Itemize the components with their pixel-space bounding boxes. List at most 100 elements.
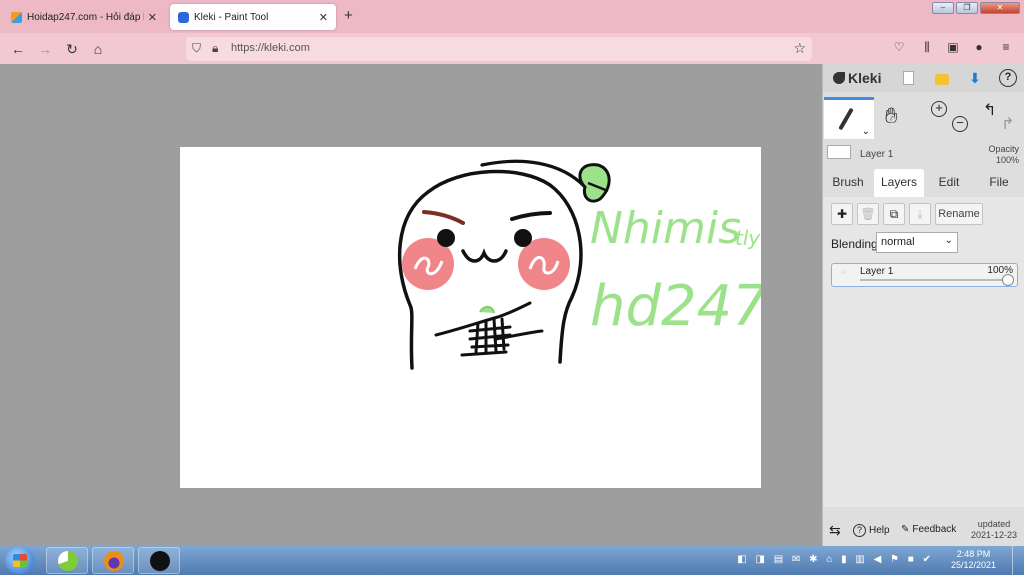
layer-item-thumbnail: ⁘ [840, 268, 847, 277]
open-image-icon[interactable] [933, 69, 951, 87]
coccoc-icon [58, 551, 78, 571]
back-icon[interactable]: ← [8, 39, 28, 59]
lock-icon[interactable]: 🔒︎ [212, 41, 218, 56]
feedback-link[interactable]: ✎ Feedback [901, 524, 956, 535]
taskbar-app-coccoc[interactable] [46, 547, 88, 574]
updated-info: updated 2021-12-23 [971, 519, 1017, 541]
hand-sprout [479, 305, 495, 314]
opacity-label: Opacity [988, 144, 1019, 154]
canvas-workspace[interactable]: Nhimis tly hd247 [0, 64, 822, 546]
swap-side-icon[interactable]: ⇆ [829, 522, 841, 539]
tab-file[interactable]: File [974, 169, 1024, 197]
sprout-leaf [578, 163, 611, 203]
help-link[interactable]: ? Help [853, 524, 890, 537]
help-label: Help [869, 525, 890, 536]
blending-value: normal [881, 236, 915, 248]
right-eye [514, 229, 532, 247]
panel-tabs: Brush Layers Edit File [823, 169, 1024, 197]
clock-date: 25/12/2021 [950, 560, 996, 570]
drawing-svg: Nhimis tly hd247 [397, 159, 768, 370]
download-icon[interactable]: ⬇ [966, 69, 984, 87]
updated-date: 2021-12-23 [971, 530, 1018, 540]
bookmark-star-icon[interactable]: ☆ [793, 40, 806, 57]
minimize-button[interactable]: – [932, 2, 954, 14]
tab-title: Kleki - Paint Tool [194, 11, 269, 23]
right-eyebrow [510, 211, 552, 221]
tab-brush[interactable]: Brush [823, 169, 873, 197]
tab-kleki[interactable]: Kleki - Paint Tool ✕ [170, 4, 336, 30]
start-button[interactable] [5, 547, 35, 574]
url-text[interactable]: https://kleki.com [231, 42, 310, 54]
new-tab-icon[interactable]: + [344, 7, 353, 24]
drawing-canvas[interactable]: Nhimis tly hd247 [180, 147, 768, 488]
close-window-button[interactable]: ✕ [980, 2, 1020, 14]
redo-icon[interactable]: ↱ [1001, 114, 1014, 134]
taskbar-app-firefox[interactable] [92, 547, 134, 574]
sidebar-icon[interactable]: ▣ [944, 40, 962, 54]
tiktok-icon [150, 551, 170, 571]
updated-label: updated [977, 519, 1011, 529]
taskbar: ◧ ◨ ▤ ✉ ✱ ⌂ ▮ ▥ ◀ ⚑ ■ ✔ 2:48 PM 25/12/20… [0, 546, 1024, 575]
forward-icon[interactable]: → [35, 39, 55, 59]
opacity-readout: Opacity 100% [988, 144, 1019, 166]
sprout-stem [480, 159, 587, 189]
left-eye [437, 229, 455, 247]
pocket-icon[interactable]: ♡ [890, 40, 908, 54]
url-bar[interactable]: ⛉ 🔒︎ https://kleki.com ☆ [186, 37, 812, 61]
layer-opacity-slider[interactable] [860, 279, 1008, 281]
brush-tool-button[interactable]: ⌄ [824, 97, 874, 139]
kleki-logo-icon [833, 72, 845, 84]
layer-item-name: Layer 1 [860, 266, 894, 277]
window-controls: – ❐ ✕ [932, 2, 1020, 14]
shield-icon[interactable]: ⛉ [192, 41, 201, 56]
kleki-panel: Kleki ⬇ ? ⌄ ✋︎ + − ↰ ↱ Layer 1 Opacity 1… [822, 64, 1024, 546]
kleki-favicon-icon [178, 11, 189, 23]
library-icon[interactable]: ⫼ [918, 40, 936, 55]
tab-title: Hoidap247.com - Hỏi đáp bài tậ [27, 11, 144, 23]
layer-list-item[interactable]: ⁘ Layer 1 100% [831, 263, 1018, 287]
current-layer-name: Layer 1 [860, 149, 894, 160]
layer-thumbnail [827, 145, 851, 159]
chevron-down-icon: ⌄ [944, 235, 953, 246]
taskbar-clock[interactable]: 2:48 PM 25/12/2021 [951, 549, 996, 571]
zoom-in-icon[interactable]: + [931, 101, 947, 117]
clock-time: 2:48 PM [956, 549, 991, 559]
undo-icon[interactable]: ↰ [983, 100, 996, 120]
blending-select[interactable]: normal ⌄ [876, 232, 958, 253]
reload-icon[interactable]: ↻ [62, 39, 82, 59]
panel-footer: ⇆ ? Help ✎ Feedback updated 2021-12-23 [823, 516, 1024, 546]
rename-button[interactable]: Rename [935, 203, 983, 225]
duplicate-layer-icon[interactable]: ⧉ [883, 203, 905, 225]
delete-layer-icon[interactable]: 🗑︎ [857, 203, 879, 225]
maximize-button[interactable]: ❐ [956, 2, 978, 14]
help-icon[interactable]: ? [999, 69, 1017, 87]
home-icon[interactable]: ⌂ [88, 39, 108, 59]
feedback-icon: ✎ [901, 524, 910, 535]
current-layer-bar: Layer 1 Opacity 100% [823, 142, 1024, 168]
tab-edit[interactable]: Edit [924, 169, 974, 197]
tab-strip: Hoidap247.com - Hỏi đáp bài tậ ✕ Kleki -… [0, 0, 1024, 33]
menu-icon[interactable]: ≡ [997, 40, 1015, 54]
kleki-logo[interactable]: Kleki [833, 70, 881, 86]
opacity-value: 100% [995, 155, 1019, 165]
merge-layer-icon[interactable]: ⤓ [909, 203, 931, 225]
new-image-icon[interactable] [899, 69, 917, 87]
show-desktop-button[interactable] [1012, 546, 1024, 575]
add-layer-icon[interactable]: ✚ [831, 203, 853, 225]
brush-icon [838, 107, 854, 131]
left-eyebrow [422, 210, 465, 225]
tab-layers[interactable]: Layers [874, 169, 924, 197]
close-tab-icon[interactable]: ✕ [319, 11, 328, 24]
nav-bar: ← → ↻ ⌂ ⛉ 🔒︎ https://kleki.com ☆ ♡ ⫼ ▣ ●… [0, 33, 1024, 64]
chevron-down-icon[interactable]: ⌄ [862, 126, 870, 137]
layer-opacity-handle[interactable] [1002, 274, 1014, 286]
zoom-out-icon[interactable]: − [952, 116, 968, 132]
account-icon[interactable]: ● [970, 40, 988, 54]
close-tab-icon[interactable]: ✕ [148, 11, 157, 24]
taskbar-app-tiktok[interactable] [138, 547, 180, 574]
tab-hoidap247[interactable]: Hoidap247.com - Hỏi đáp bài tậ ✕ [3, 4, 165, 30]
help-circle-icon: ? [853, 524, 866, 537]
hand-tool-icon[interactable]: ✋︎ [885, 103, 898, 129]
feedback-label: Feedback [912, 524, 957, 535]
system-tray[interactable]: ◧ ◨ ▤ ✉ ✱ ⌂ ▮ ▥ ◀ ⚑ ■ ✔ [737, 554, 934, 565]
